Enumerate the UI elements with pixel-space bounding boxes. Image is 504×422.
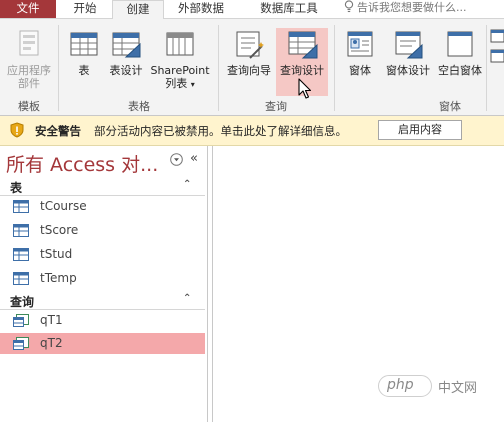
table-icon: [70, 32, 98, 56]
table-object-icon: [13, 272, 29, 285]
form-design-label: 窗体设计: [386, 64, 430, 77]
table-button[interactable]: 表: [64, 28, 104, 96]
table-object-icon: [13, 248, 29, 261]
group-label-forms: 窗体: [439, 100, 461, 113]
navigation-pane: 所有 Access 对... « 表 ⌃ tCourse tScore tStu…: [0, 146, 208, 422]
sharepoint-label-1: SharePoint: [150, 64, 210, 77]
tab-database-tools[interactable]: 数据库工具: [242, 0, 336, 18]
enable-content-button[interactable]: 启用内容: [378, 120, 462, 140]
blank-form-button[interactable]: 空白窗体: [434, 28, 486, 96]
list-item-label: qT2: [40, 336, 63, 350]
nav-group-queries-label: 查询: [10, 295, 35, 309]
security-warning-title: 安全警告: [35, 124, 81, 138]
list-item[interactable]: tScore: [0, 220, 205, 241]
list-item-label: tCourse: [40, 199, 87, 213]
group-label-queries: 查询: [265, 100, 287, 113]
group-label-templates: 模板: [18, 100, 40, 113]
table-label: 表: [78, 64, 90, 77]
ribbon-tab-strip: 文件 开始 创建 外部数据 数据库工具 告诉我您想要做什么...: [0, 0, 504, 19]
shutter-bar-close-button[interactable]: «: [190, 151, 198, 166]
ribbon-separator: [334, 25, 335, 111]
form-design-button[interactable]: 窗体设计: [382, 28, 434, 96]
form-gallery-icon: [490, 29, 504, 63]
table-design-icon: [112, 32, 141, 58]
mouse-pointer-icon: [298, 78, 312, 99]
list-item-label: tScore: [40, 223, 79, 237]
tab-external-data[interactable]: 外部数据: [166, 0, 236, 18]
nav-group-tables[interactable]: 表 ⌃: [0, 178, 205, 196]
watermark-logo: php 中文网: [378, 371, 498, 401]
table-object-icon: [13, 224, 29, 237]
list-item[interactable]: tTemp: [0, 268, 205, 289]
query-object-icon: [13, 337, 29, 350]
ribbon-separator: [58, 25, 59, 111]
app-parts-label-2: 部件: [18, 77, 40, 90]
sharepoint-label-2-text: 列表: [165, 77, 188, 90]
sharepoint-label-2: 列表 ▾: [148, 77, 212, 91]
lightbulb-icon: [344, 0, 354, 13]
query-wizard-icon: [236, 31, 264, 59]
application-parts-icon: [19, 30, 39, 56]
table-object-icon: [13, 200, 29, 213]
query-wizard-button[interactable]: 查询向导: [223, 28, 275, 96]
query-object-icon: [13, 314, 29, 327]
query-wizard-label: 查询向导: [227, 64, 271, 77]
tell-me-box[interactable]: 告诉我您想要做什么...: [344, 0, 467, 18]
list-item[interactable]: tStud: [0, 244, 205, 265]
shield-warning-icon: [10, 122, 24, 138]
security-warning-message[interactable]: 部分活动内容已被禁用。单击此处了解详细信息。: [94, 123, 347, 139]
form-button[interactable]: 窗体: [340, 28, 380, 96]
sharepoint-list-icon: [166, 32, 194, 56]
table-design-label: 表设计: [109, 64, 143, 77]
query-design-label: 查询设计: [280, 64, 324, 77]
list-item-label: tTemp: [40, 271, 77, 285]
form-design-icon: [395, 31, 423, 59]
nav-group-tables-label: 表: [10, 181, 23, 195]
chevron-down-icon: ▾: [190, 80, 195, 89]
list-item-label: qT1: [40, 313, 63, 327]
tell-me-placeholder: 告诉我您想要做什么...: [357, 1, 467, 14]
app-parts-button[interactable]: 应用程序 部件: [2, 28, 56, 96]
group-label-tables: 表格: [128, 100, 150, 113]
blank-form-label: 空白窗体: [438, 64, 482, 77]
watermark-pill: php: [378, 375, 432, 397]
blank-form-icon: [447, 31, 473, 57]
query-design-icon: [288, 31, 318, 59]
list-item[interactable]: tCourse: [0, 196, 205, 217]
nav-menu-dropdown-icon[interactable]: [170, 153, 183, 166]
form-label: 窗体: [349, 64, 371, 77]
nav-group-queries[interactable]: 查询 ⌃: [0, 292, 205, 310]
nav-pane-title[interactable]: 所有 Access 对...: [6, 150, 158, 177]
form-icon: [347, 31, 373, 57]
more-forms-button[interactable]: [488, 28, 504, 88]
watermark-cn-text: 中文网: [438, 381, 478, 396]
app-parts-label-1: 应用程序: [7, 64, 51, 77]
list-item[interactable]: qT1: [0, 310, 205, 331]
list-item-selected[interactable]: qT2: [0, 333, 205, 354]
collapse-up-icon: ⌃: [183, 293, 192, 304]
ribbon-separator: [218, 25, 219, 111]
table-design-button[interactable]: 表设计: [106, 28, 146, 96]
ribbon-create: 应用程序 部件 模板 表 表设计 SharePoint 列表 ▾ 表格 查询向导…: [0, 19, 504, 116]
sharepoint-lists-button[interactable]: SharePoint 列表 ▾: [148, 28, 212, 96]
security-warning-bar: 安全警告 部分活动内容已被禁用。单击此处了解详细信息。 启用内容: [0, 116, 504, 146]
list-item-label: tStud: [40, 247, 73, 261]
tab-file[interactable]: 文件: [0, 0, 56, 18]
collapse-up-icon: ⌃: [183, 179, 192, 190]
tab-home[interactable]: 开始: [60, 0, 110, 18]
tab-create[interactable]: 创建: [112, 0, 164, 19]
watermark-php-text: php: [387, 377, 414, 393]
